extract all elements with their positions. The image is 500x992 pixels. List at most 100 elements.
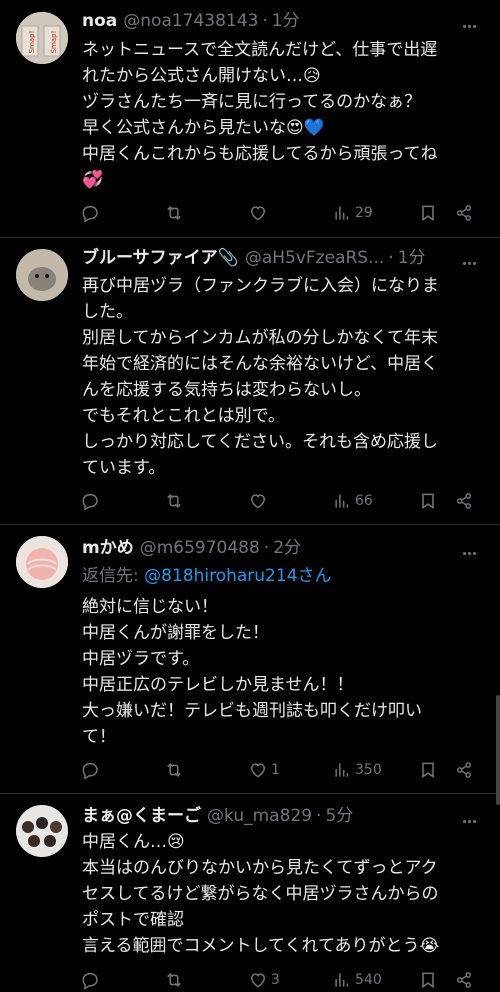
- repost-button[interactable]: [164, 759, 184, 781]
- repost-button[interactable]: [164, 969, 184, 991]
- views-button[interactable]: 29: [332, 202, 373, 224]
- more-icon[interactable]: [462, 16, 482, 28]
- share-button[interactable]: [454, 490, 474, 512]
- bookmark-icon: [422, 493, 434, 510]
- post-line: 中居くんこれからも応援してるから頑張ってね: [82, 144, 438, 164]
- views-count: 29: [355, 205, 373, 221]
- like-count: 3: [271, 972, 280, 988]
- reply-button[interactable]: [80, 759, 103, 781]
- post-time[interactable]: 1分: [398, 248, 426, 268]
- post-line: 中居ヅラです。: [82, 649, 200, 669]
- repost-button[interactable]: [164, 202, 184, 224]
- author-name[interactable]: noa: [82, 11, 117, 31]
- post-line: 再び中居ヅラ（ファンクラブに入会）になりま: [82, 276, 439, 296]
- views-button[interactable]: 540: [332, 969, 382, 991]
- bookmark-button[interactable]: [418, 202, 438, 224]
- scrollbar[interactable]: [496, 695, 500, 805]
- more-icon[interactable]: [462, 811, 482, 823]
- post-text: ネットニュースで全文読んだけど、仕事で出遅 れたから公式さん開けない…😥 ヅラさ…: [82, 37, 482, 193]
- reply-icon: [82, 763, 98, 780]
- views-icon: [335, 494, 349, 508]
- like-button[interactable]: [248, 490, 271, 512]
- post-line: 中居くんが謝罪をした！: [82, 623, 269, 643]
- like-count: 1: [271, 762, 280, 778]
- like-icon: [250, 494, 266, 509]
- repost-icon: [167, 206, 181, 220]
- post-line: でもそれとこれとは別で。: [82, 406, 285, 426]
- post-time[interactable]: 1分: [272, 11, 300, 31]
- post-line: ています。: [82, 458, 166, 478]
- views-button[interactable]: 66: [332, 490, 373, 512]
- views-icon: [335, 763, 349, 777]
- more-icon[interactable]: [462, 543, 482, 555]
- post-line: 言える範囲でコメントしてくれてありがとう😭: [82, 936, 440, 956]
- post-text: 再び中居ヅラ（ファンクラブに入会）になりま した。 別居してからインカムが私の分…: [82, 273, 482, 481]
- avatar[interactable]: Smap! Smap!: [16, 12, 68, 64]
- like-icon: [250, 973, 266, 988]
- post-text: 中居くん…😢 本当はのんびりなかいから見たくてずっとアク セスしてるけど繋がらな…: [82, 829, 482, 959]
- svg-text:Smap!: Smap!: [50, 31, 58, 54]
- repost-icon: [167, 973, 181, 987]
- views-icon: [335, 973, 349, 987]
- action-bar: 66: [80, 490, 480, 512]
- bookmark-icon: [422, 205, 434, 222]
- bookmark-button[interactable]: [418, 490, 438, 512]
- post-line: 中居くん…😢: [82, 832, 185, 852]
- share-button[interactable]: [454, 202, 474, 224]
- like-button[interactable]: 3: [248, 969, 280, 991]
- action-bar: 3 540: [80, 969, 480, 991]
- reply-button[interactable]: [80, 202, 103, 224]
- reply-icon: [82, 973, 98, 990]
- post-line: した。: [82, 302, 133, 322]
- like-button[interactable]: [248, 202, 271, 224]
- post-line: セスしてるけど繋がらなく中居ヅラさんからの: [82, 884, 439, 904]
- post-line: 本当はのんびりなかいから見たくてずっとアク: [82, 858, 438, 878]
- post-line: 大っ嫌いだ！テレビも週刊誌も叩くだけ叩い: [82, 701, 422, 721]
- post-kumago[interactable]: まぁ@くまーご @ku_ma829 · 5分 中居くん…😢 本当はのんびりなかいから見…: [0, 793, 500, 992]
- avatar[interactable]: [16, 805, 68, 857]
- bookmark-button[interactable]: [418, 969, 438, 991]
- post-line: ポストで確認: [82, 910, 184, 930]
- post-line: 💞: [82, 170, 104, 190]
- bookmark-button[interactable]: [418, 759, 438, 781]
- post-noa[interactable]: Smap! Smap! noa @noa17438143 · 1分 ネットニュースで全…: [0, 0, 500, 238]
- like-button[interactable]: 1: [248, 759, 280, 781]
- post-line: 中居正広のテレビしか見ません！！: [82, 675, 354, 695]
- post-time[interactable]: 5分: [325, 806, 353, 826]
- more-icon[interactable]: [462, 253, 482, 265]
- post-line: しっかり対応してください。それも含め応援し: [82, 432, 438, 452]
- repost-button[interactable]: [164, 490, 184, 512]
- share-button[interactable]: [454, 969, 474, 991]
- author-handle[interactable]: @m65970488: [140, 538, 260, 558]
- svg-text:Smap!: Smap!: [28, 31, 36, 54]
- post-time[interactable]: 2分: [273, 538, 301, 558]
- reply-icon: [82, 206, 98, 223]
- views-icon: [335, 206, 349, 220]
- like-icon: [250, 206, 266, 221]
- avatar[interactable]: [16, 536, 68, 588]
- bookmark-icon: [422, 762, 434, 779]
- views-button[interactable]: 350: [332, 759, 382, 781]
- author-name[interactable]: mかめ: [82, 538, 134, 558]
- reply-button[interactable]: [80, 490, 103, 512]
- author-handle[interactable]: @noa17438143: [123, 11, 258, 31]
- post-text: 返信先: @818hiroharu214さん 絶対に信じない！ 中居くんが謝罪を…: [82, 563, 482, 750]
- reply-to-link[interactable]: @818hiroharu214さん: [144, 566, 331, 586]
- avatar[interactable]: [16, 249, 68, 301]
- author-handle[interactable]: @aH5vFzeaRS...: [245, 248, 384, 268]
- post-line: 絶対に信じない！: [82, 597, 218, 617]
- author-name[interactable]: まぁ@くまーご: [82, 806, 201, 826]
- action-bar: 29: [80, 202, 480, 224]
- share-icon: [457, 493, 471, 509]
- author-handle[interactable]: @ku_ma829: [207, 806, 312, 826]
- post-line: 別居してからインカムが私の分しかなくて年末: [82, 328, 438, 348]
- reply-button[interactable]: [80, 969, 103, 991]
- author-name[interactable]: ブルーサファイア📎: [82, 248, 239, 268]
- action-bar: 1 350: [80, 759, 480, 781]
- bookmark-icon: [422, 972, 434, 989]
- share-button[interactable]: [454, 759, 474, 781]
- reply-context: 返信先: @818hiroharu214さん: [82, 566, 332, 586]
- repost-icon: [167, 763, 181, 777]
- post-mkame[interactable]: mかめ @m65970488 · 2分 返信先: @818hiroharu214さん …: [0, 524, 500, 794]
- post-blue-sapphire[interactable]: ブルーサファイア📎 @aH5vFzeaRS... · 1分 再び中居ヅラ（ファンクラブ…: [0, 237, 500, 525]
